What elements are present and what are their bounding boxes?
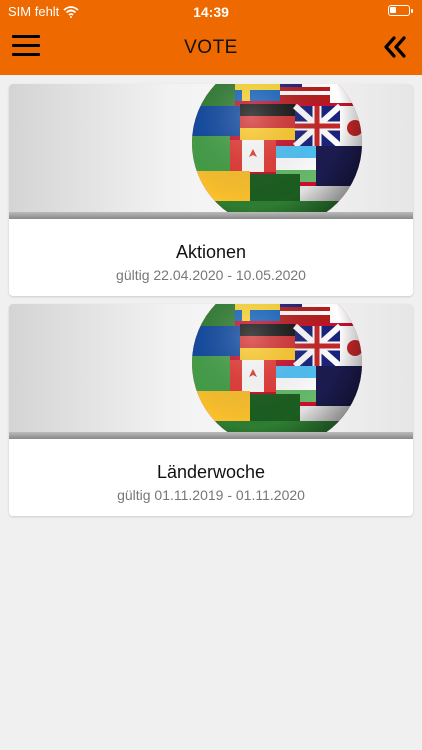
card-laenderwoche[interactable]: Länderwoche gültig 01.11.2019 - 01.11.20… — [9, 304, 413, 516]
card-title: Aktionen — [175, 242, 247, 262]
status-bar: SIM fehlt 14:39 — [0, 0, 422, 22]
flag-globe-icon — [192, 304, 362, 439]
floor-shadow — [9, 432, 413, 439]
card-validity: gültig 22.04.2020 - 10.05.2020 — [116, 267, 306, 283]
flag-globe-icon — [192, 84, 362, 219]
double-chevron-left-icon[interactable] — [382, 34, 408, 60]
page-title: VOTE — [184, 37, 238, 58]
status-time: 14:39 — [193, 4, 229, 20]
card-image — [9, 304, 413, 439]
app-header: SIM fehlt 14:39 VOTE — [0, 0, 422, 75]
card-title: Länderwoche — [156, 462, 266, 482]
battery-icon — [388, 5, 413, 16]
card-image — [9, 84, 413, 219]
nav-bar: VOTE — [0, 22, 422, 75]
card-aktionen[interactable]: Aktionen gültig 22.04.2020 - 10.05.2020 — [9, 84, 413, 296]
floor-shadow — [9, 212, 413, 219]
card-validity: gültig 01.11.2019 - 01.11.2020 — [117, 487, 305, 503]
